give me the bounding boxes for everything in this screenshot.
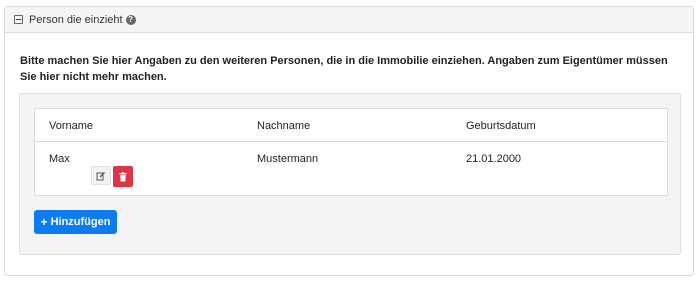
help-icon[interactable]: ? [125,14,136,25]
plus-icon: + [40,215,48,229]
section-title: Person die einzieht [29,13,123,26]
section-header[interactable]: Person die einzieht ? [5,7,693,33]
table-header-row: Vorname Nachname Geburtsdatum [35,109,667,142]
edit-button[interactable] [91,166,111,185]
add-person-button[interactable]: + Hinzufügen [34,210,117,234]
table-row: Max Mustermann 21.01.2000 [35,142,667,196]
cell-vorname: Max [49,153,70,165]
persons-panel: Vorname Nachname Geburtsdatum Max Muster… [19,93,681,255]
intro-text: Bitte machen Sie hier Angaben zu den wei… [20,55,668,83]
cell-geburtsdatum: 21.01.2000 [466,153,522,165]
cell-nachname: Mustermann [257,153,319,165]
person-section-card: Person die einzieht ? Bitte machen Sie h… [4,6,694,276]
persons-table: Vorname Nachname Geburtsdatum Max Muster… [34,108,668,196]
collapse-icon[interactable] [14,15,23,24]
header-nachname: Nachname [257,120,311,132]
add-button-label: Hinzufügen [50,216,111,228]
header-vorname: Vorname [49,120,94,132]
delete-button[interactable] [113,166,133,187]
edit-icon [96,171,105,180]
header-geburtsdatum: Geburtsdatum [466,120,536,132]
trash-icon [119,171,127,181]
